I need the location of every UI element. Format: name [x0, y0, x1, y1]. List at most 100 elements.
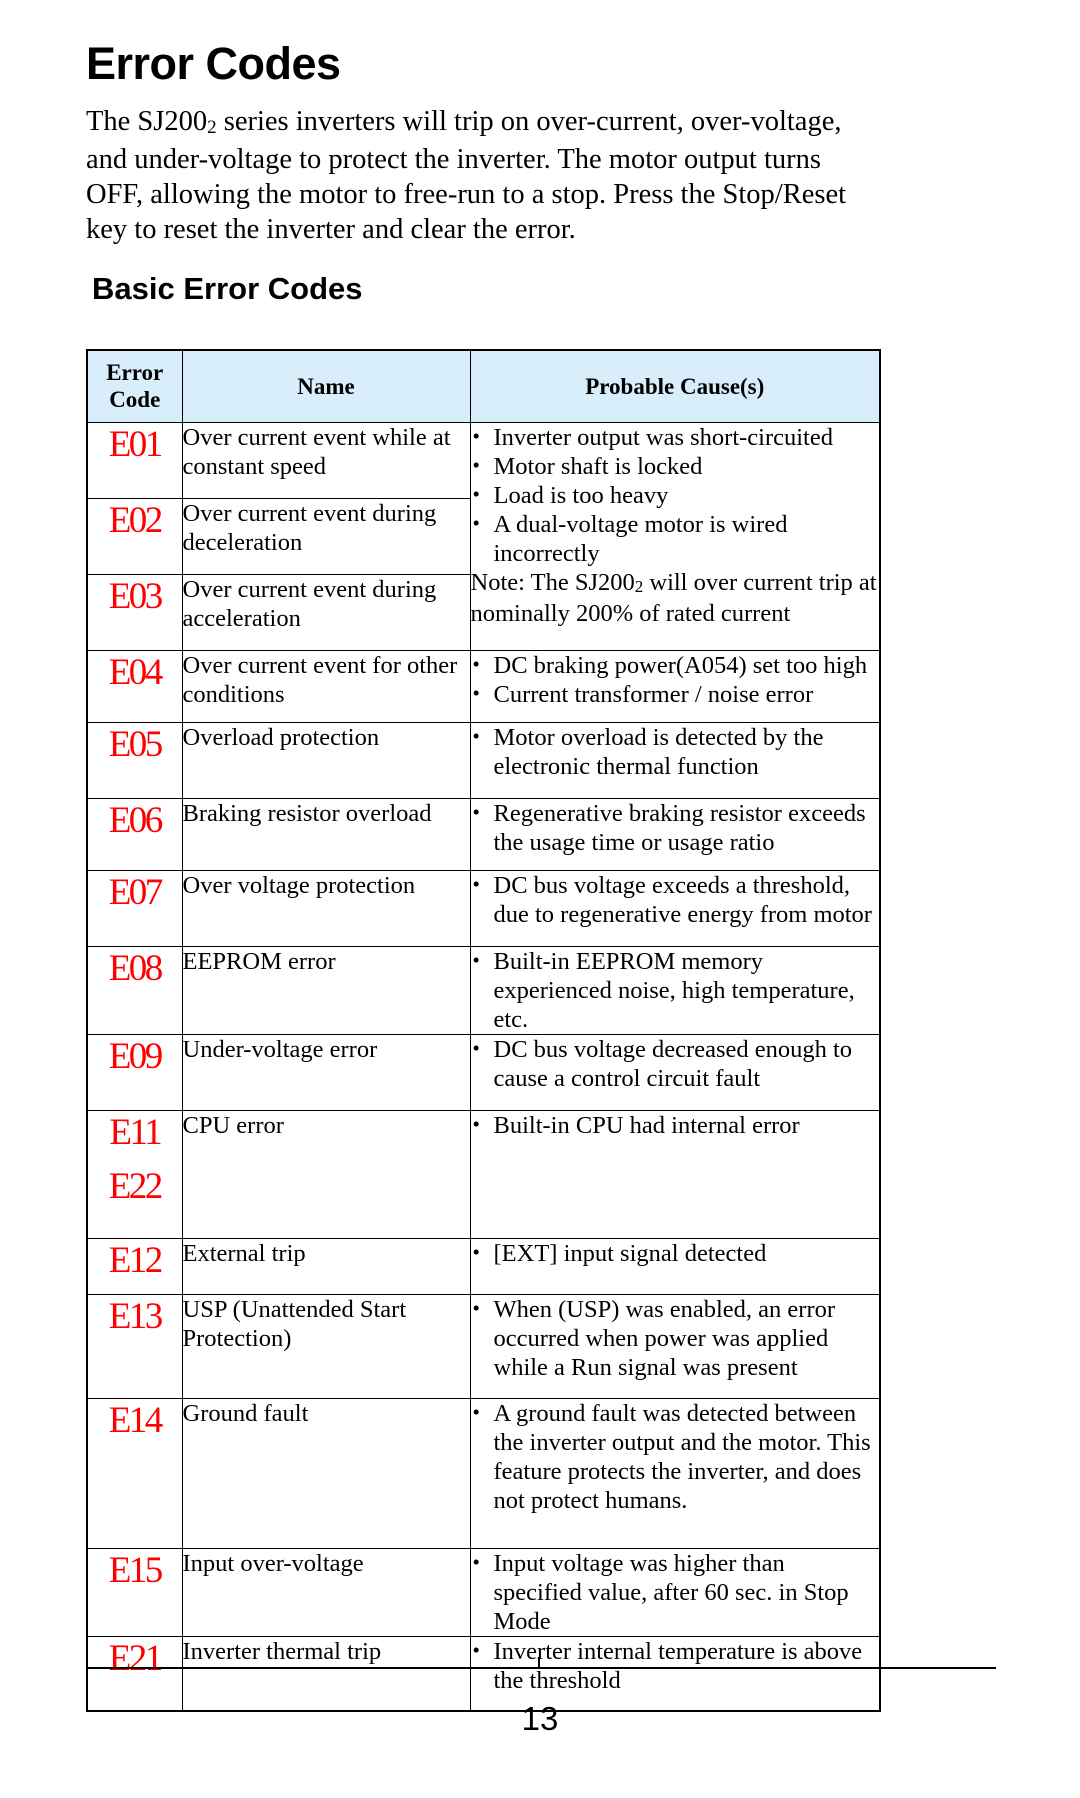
- error-name-cell: Input over-voltage: [181, 1548, 471, 1637]
- error-name-line: EEPROM error: [182, 948, 336, 975]
- error-name-line: conditions: [182, 681, 285, 708]
- probable-cause-list: DC braking power(A054) set too highCurre…: [471, 650, 880, 709]
- probable-cause-cell: A ground fault was detected between the …: [469, 1398, 881, 1549]
- probable-cause-item: DC braking power(A054) set too high: [471, 650, 880, 680]
- table-row: E14 Ground fault A ground fault was detect…: [86, 1398, 881, 1549]
- error-code-cell: E15: [86, 1548, 183, 1637]
- error-name-cell: CPU error: [181, 1110, 471, 1239]
- probable-cause-item: DC bus voltage exceeds a threshold, due …: [471, 870, 880, 929]
- table-row: E09 Under-voltage error DC bus voltage dec…: [86, 1034, 881, 1111]
- probable-cause-cell: DC bus voltage exceeds a threshold, due …: [469, 870, 881, 947]
- probable-cause-list: Built-in EEPROM memory experienced noise…: [471, 946, 880, 1034]
- error-name-cell: Over voltage protection: [181, 870, 471, 947]
- error-code-cell: E08: [86, 946, 183, 1035]
- error-name-line: Over current event for other: [182, 652, 458, 679]
- intro-paragraph: The SJ2002 series inverters will trip on…: [86, 104, 876, 247]
- page-number: 13: [521, 1700, 559, 1737]
- error-code-value: E09: [108, 1036, 164, 1077]
- probable-cause-list: Input voltage was higher than specified …: [471, 1548, 880, 1636]
- probable-cause-cell: Inverter output was short-circuitedMotor…: [469, 422, 881, 651]
- table-row: E13 USP (Unattended StartProtection) When …: [86, 1294, 881, 1399]
- table-row: E05 Overload protection Motor overload is …: [86, 722, 881, 799]
- error-code-cell: E01: [86, 422, 183, 499]
- probable-cause-list: Regenerative braking resistor exceeds th…: [471, 798, 880, 857]
- intro-text-before: The SJ200: [86, 106, 208, 137]
- error-name-line: Under-voltage error: [182, 1036, 378, 1063]
- error-code-value: E14: [108, 1400, 164, 1441]
- footer-center-tick: [538, 1657, 540, 1669]
- error-name-cell: Braking resistor overload: [181, 798, 471, 871]
- error-code-cell: E02: [86, 498, 183, 575]
- error-name-cell: Over current event for other conditions: [181, 650, 471, 723]
- table-row: E07 Over voltage protection DC bus voltage…: [86, 870, 881, 947]
- error-code-cell: E05: [86, 722, 183, 799]
- probable-cause-item: Built-in CPU had internal error: [471, 1110, 880, 1140]
- error-name-line: deceleration: [182, 529, 303, 556]
- probable-cause-item: [EXT] input signal detected: [471, 1238, 880, 1268]
- error-name-line: Input over-voltage: [182, 1550, 364, 1577]
- probable-cause-cell: Motor overload is detected by the electr…: [469, 722, 881, 799]
- probable-cause-item: Inverter internal temperature is above t…: [471, 1636, 880, 1695]
- error-name-cell: Over current event during deceleration: [181, 498, 471, 575]
- page-title: Error Codes: [86, 38, 341, 89]
- error-name-line: Inverter thermal trip: [182, 1638, 382, 1665]
- probable-cause-list: Built-in CPU had internal error: [471, 1110, 880, 1140]
- error-code-cell: E13: [86, 1294, 183, 1399]
- probable-cause-cell: Regenerative braking resistor exceeds th…: [469, 798, 881, 871]
- probable-cause-list: DC bus voltage decreased enough to cause…: [471, 1034, 880, 1093]
- table-row: E15 Input over-voltage Input voltage was h…: [86, 1548, 881, 1637]
- error-code-value: E13: [108, 1296, 164, 1337]
- probable-cause-list: DC bus voltage exceeds a threshold, due …: [471, 870, 880, 929]
- probable-cause-cell: DC bus voltage decreased enough to cause…: [469, 1034, 881, 1111]
- probable-cause-item: When (USP) was enabled, an error occurre…: [471, 1294, 880, 1382]
- probable-cause-list: [EXT] input signal detected: [471, 1238, 880, 1268]
- probable-cause-item: A dual-voltage motor is wired incorrectl…: [471, 509, 880, 568]
- note-subscript: 2: [634, 577, 644, 596]
- error-code-value: E05: [108, 724, 164, 765]
- table-row: E06 Braking resistor overload Regenerative…: [86, 798, 881, 871]
- error-name-line: Protection): [182, 1325, 292, 1352]
- error-name-line: Over voltage protection: [182, 872, 416, 899]
- error-code-value: E21: [108, 1638, 164, 1679]
- column-header-probable-cause: Probable Cause(s): [469, 349, 881, 423]
- probable-cause-list: A ground fault was detected between the …: [471, 1398, 880, 1515]
- intro-subscript: 2: [207, 117, 217, 138]
- probable-cause-list: Motor overload is detected by the electr…: [471, 722, 880, 781]
- error-code-cell: E04: [86, 650, 183, 723]
- probable-cause-item: Input voltage was higher than specified …: [471, 1548, 880, 1636]
- error-name-cell: Overload protection: [181, 722, 471, 799]
- error-code-value: E07: [108, 872, 164, 913]
- error-name-line: Over current event during: [182, 576, 437, 603]
- probable-cause-item: DC bus voltage decreased enough to cause…: [471, 1034, 880, 1093]
- error-name-line: Overload protection: [182, 724, 380, 751]
- document-page: Error Codes The SJ2002 series inverters …: [0, 0, 1080, 1798]
- error-code-cell: E12: [86, 1238, 183, 1295]
- error-code-value-secondary: E22: [108, 1166, 164, 1207]
- error-name-line: constant speed: [182, 453, 327, 480]
- probable-cause-cell: DC braking power(A054) set too highCurre…: [469, 650, 881, 723]
- error-code-value: E12: [108, 1240, 164, 1281]
- note-text-before: Note: The SJ200: [470, 569, 635, 596]
- error-name-line: CPU error: [182, 1112, 284, 1139]
- probable-cause-list: Inverter output was short-circuitedMotor…: [471, 422, 880, 568]
- probable-cause-item: Load is too heavy: [471, 480, 880, 510]
- error-name-line: Ground fault: [182, 1400, 309, 1427]
- column-header-error-code-line1: Error: [106, 360, 164, 385]
- error-name-line: Over current event while at: [182, 424, 451, 451]
- table-header: Error Code Name Probable Cause(s): [86, 349, 881, 423]
- probable-cause-cell: When (USP) was enabled, an error occurre…: [469, 1294, 881, 1399]
- error-code-cell: E09: [86, 1034, 183, 1111]
- column-header-error-code-line2: Code: [109, 387, 161, 412]
- error-name-line: USP (Unattended Start: [182, 1296, 407, 1323]
- probable-cause-list: When (USP) was enabled, an error occurre…: [471, 1294, 880, 1382]
- error-name-cell: Ground fault: [181, 1398, 471, 1549]
- probable-cause-item: Motor shaft is locked: [471, 451, 880, 481]
- error-code-value: E15: [108, 1550, 164, 1591]
- probable-cause-item: A ground fault was detected between the …: [471, 1398, 880, 1515]
- table-body: E01 Over current event while at constant s…: [86, 422, 881, 1711]
- error-code-value: E01: [108, 424, 164, 465]
- probable-cause-item: Regenerative braking resistor exceeds th…: [471, 798, 880, 857]
- footer-divider: [86, 1667, 996, 1669]
- probable-cause-cell: Built-in CPU had internal error: [469, 1110, 881, 1239]
- probable-cause-note: Note: The SJ2002 will over current trip …: [471, 568, 880, 628]
